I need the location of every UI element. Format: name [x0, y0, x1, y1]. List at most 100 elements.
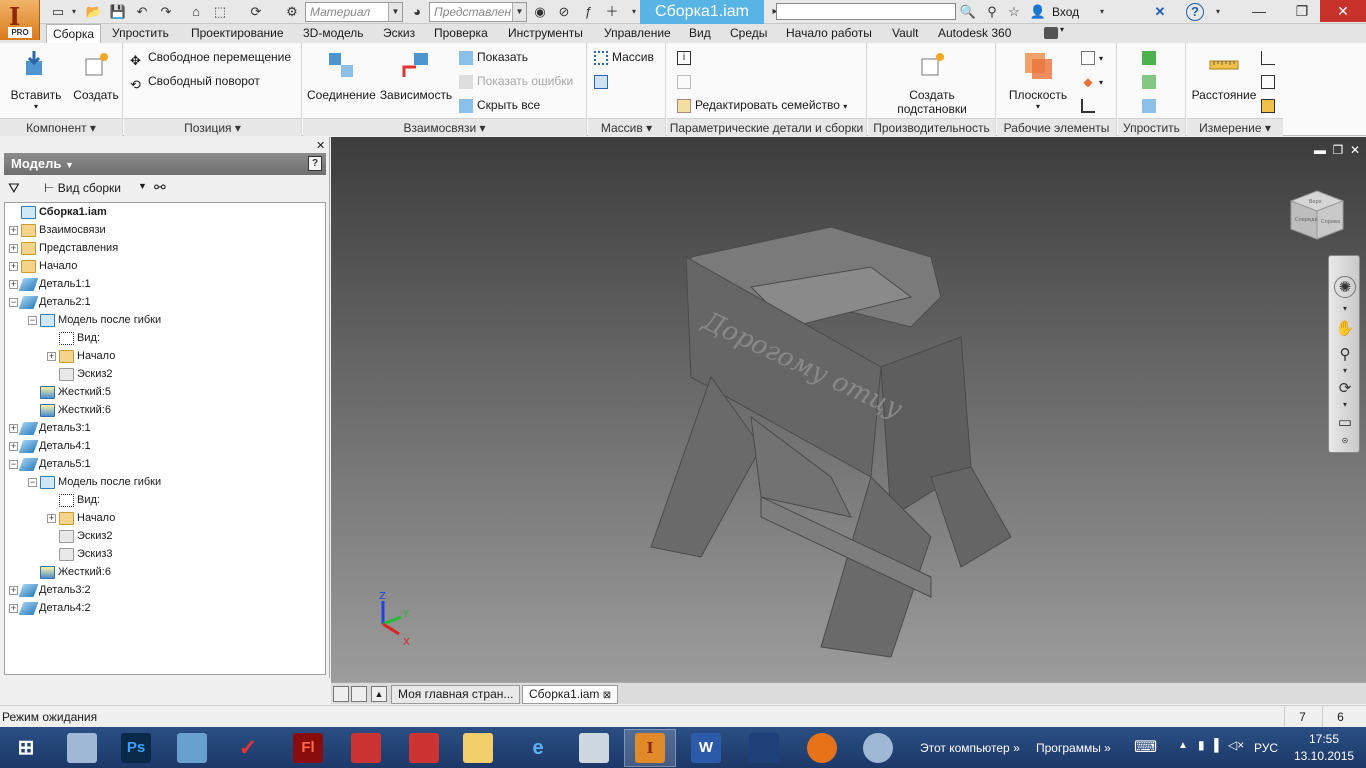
- tree-node[interactable]: + Начало: [47, 347, 115, 365]
- ribbon-tab-8[interactable]: Вид: [683, 24, 717, 43]
- free-move-button[interactable]: ✥ Свободное перемещение: [130, 47, 291, 68]
- clear-override-icon[interactable]: ⊘: [554, 3, 574, 21]
- expand-icon[interactable]: +: [9, 243, 18, 253]
- distance-button[interactable]: Расстояние: [1189, 47, 1259, 113]
- tree-node[interactable]: Эскиз3: [47, 545, 113, 563]
- ribbon-tab-6[interactable]: Инструменты: [502, 24, 589, 43]
- battery-icon[interactable]: ▮: [1198, 738, 1205, 752]
- ribbon-tab-4[interactable]: Эскиз: [377, 24, 421, 43]
- pan-hand-icon[interactable]: ✋: [1334, 318, 1356, 340]
- tree-node[interactable]: Жесткий:6: [28, 563, 111, 581]
- tray-programs[interactable]: Программы »: [1036, 741, 1111, 755]
- tile-vertical-icon[interactable]: [351, 686, 367, 702]
- tree-node[interactable]: Сборка1.iam: [9, 203, 107, 221]
- create-substitutes-button[interactable]: Создать подстановки: [886, 47, 978, 116]
- tree-node[interactable]: − Модель после гибки: [28, 311, 161, 329]
- open-file-icon[interactable]: 📂: [84, 3, 104, 21]
- user-icon[interactable]: 👤: [1028, 3, 1048, 21]
- taskbar-thunderbird[interactable]: [852, 729, 904, 767]
- appearance-select[interactable]: Представлен ▼: [429, 2, 527, 22]
- chevron-down-icon[interactable]: ▾: [1334, 400, 1356, 410]
- ribbon-tab-0[interactable]: Сборка: [46, 24, 102, 43]
- tab-list-icon[interactable]: ▲: [371, 686, 387, 702]
- taskbar-app-tools[interactable]: [340, 729, 392, 767]
- zoom-icon[interactable]: ⚲: [1334, 344, 1356, 366]
- tile-horizontal-icon[interactable]: [333, 686, 349, 702]
- tray-expand-icon[interactable]: ▲: [1178, 740, 1188, 751]
- viewport-close-icon[interactable]: ✕: [1350, 143, 1360, 157]
- appearance-icon[interactable]: ◕: [407, 3, 427, 21]
- simplify-create-button[interactable]: [1142, 95, 1160, 115]
- tree-node[interactable]: Жесткий:5: [28, 383, 111, 401]
- taskbar-calculator[interactable]: [568, 729, 620, 767]
- joint-button[interactable]: Соединение: [307, 47, 376, 113]
- measure-angle-button[interactable]: [1261, 47, 1279, 67]
- ribbon-tab-2[interactable]: Проектирование: [185, 24, 290, 43]
- taskbar-photoshop[interactable]: Ps: [110, 729, 162, 767]
- keyboard-icon[interactable]: ⌨: [1134, 737, 1157, 757]
- tree-node[interactable]: − Деталь5:1: [9, 455, 91, 473]
- panel-relationships-title[interactable]: Взаимосвязи ▾: [303, 118, 586, 136]
- plane-button[interactable]: Плоскость ▾: [1003, 47, 1073, 113]
- expand-icon[interactable]: +: [47, 513, 56, 523]
- navbar-options-icon[interactable]: ⊝: [1334, 436, 1356, 446]
- taskbar-app-check[interactable]: ✓: [222, 729, 274, 767]
- view-cube[interactable]: Верх Справа Спереди: [1289, 189, 1345, 241]
- volume-mute-icon[interactable]: ◁×: [1228, 738, 1244, 752]
- insert-button[interactable]: Вставить ▾: [6, 47, 66, 113]
- cradle-model[interactable]: Дорогому отцу: [631, 217, 1061, 667]
- tree-node[interactable]: − Модель после гибки: [28, 473, 161, 491]
- collapse-icon[interactable]: −: [9, 297, 18, 307]
- network-icon[interactable]: ▐: [1210, 738, 1219, 752]
- redo-icon[interactable]: ↷: [156, 3, 176, 21]
- panel-position-title[interactable]: Позиция ▾: [124, 118, 301, 136]
- collapse-icon[interactable]: −: [28, 315, 37, 325]
- expand-icon[interactable]: +: [47, 351, 56, 361]
- ribbon-tab-10[interactable]: Начало работы: [780, 24, 878, 43]
- panel-measure-title[interactable]: Измерение ▾: [1187, 118, 1283, 136]
- iparts-button[interactable]: i: [677, 47, 695, 67]
- taskbar-flash[interactable]: Fl: [282, 729, 334, 767]
- restore-button[interactable]: ❐: [1287, 0, 1317, 22]
- tree-node[interactable]: + Деталь4:2: [9, 599, 91, 617]
- tree-node[interactable]: Вид:: [47, 491, 100, 509]
- help-dropdown-icon[interactable]: ▾: [1208, 3, 1228, 21]
- expand-icon[interactable]: +: [9, 585, 18, 595]
- star-icon[interactable]: ☆: [1004, 3, 1024, 21]
- edit-family-button[interactable]: Редактировать семейство ▾: [677, 95, 847, 115]
- look-at-icon[interactable]: ▭: [1334, 412, 1356, 434]
- start-button[interactable]: ⊞: [0, 729, 52, 767]
- close-button[interactable]: ✕: [1320, 0, 1366, 22]
- tab-assembly[interactable]: Сборка1.iam ⊠: [522, 685, 619, 704]
- undo-icon[interactable]: ↶: [132, 3, 152, 21]
- measure-area-button[interactable]: [1261, 95, 1279, 115]
- create-button[interactable]: Создать: [70, 47, 122, 113]
- ribbon-tab-12[interactable]: Autodesk 360: [932, 24, 1017, 43]
- tree-node[interactable]: Вид:: [47, 329, 100, 347]
- material-select[interactable]: Материал ▼: [305, 2, 403, 22]
- expand-icon[interactable]: +: [9, 225, 18, 235]
- home-icon[interactable]: ⌂: [186, 3, 206, 21]
- tree-node[interactable]: + Взаимосвязи: [9, 221, 106, 239]
- tray-time[interactable]: 17:55: [1300, 732, 1348, 746]
- tree-node[interactable]: + Начало: [47, 509, 115, 527]
- viewport-minimize-icon[interactable]: ▬: [1314, 143, 1326, 157]
- filter-icon[interactable]: ⛛: [8, 180, 20, 197]
- search-input[interactable]: [776, 3, 956, 20]
- view-selector[interactable]: ⊢ Вид сборки: [44, 181, 121, 195]
- tray-this-pc[interactable]: Этот компьютер »: [920, 741, 1020, 755]
- browser-help-icon[interactable]: ?: [308, 156, 322, 171]
- panel-pattern-title[interactable]: Массив ▾: [588, 118, 665, 136]
- ribbon-tab-3[interactable]: 3D-модель: [297, 24, 370, 43]
- expand-icon[interactable]: +: [9, 261, 18, 271]
- color-override-icon[interactable]: ◉: [530, 3, 550, 21]
- taskbar-app-tools-2[interactable]: [398, 729, 450, 767]
- hide-all-button[interactable]: Скрыть все: [459, 95, 540, 115]
- help-icon[interactable]: ?: [1186, 3, 1204, 21]
- chevron-down-icon[interactable]: ▼: [138, 181, 147, 191]
- ribbon-tab-5[interactable]: Проверка: [428, 24, 494, 43]
- application-menu-button[interactable]: I PRO: [0, 0, 40, 40]
- expand-icon[interactable]: +: [9, 441, 18, 451]
- tree-node[interactable]: Эскиз2: [47, 527, 113, 545]
- plus-icon[interactable]: ＋: [602, 3, 622, 21]
